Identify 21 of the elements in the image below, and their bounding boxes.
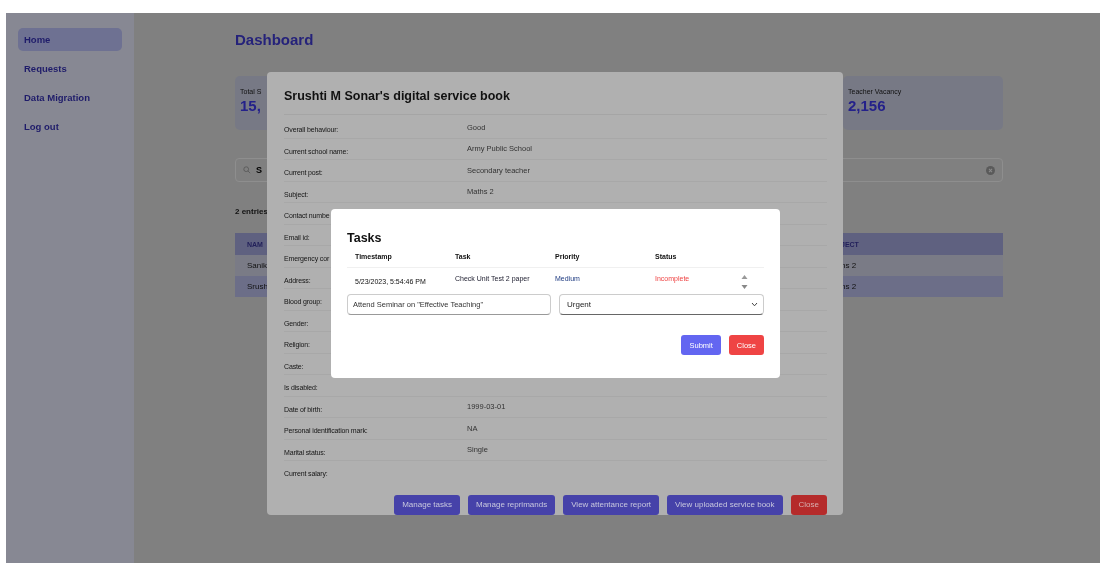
table-cell-text: Sanik [247, 261, 268, 270]
dialog-title: Tasks [347, 231, 383, 245]
page-title: Dashboard [235, 31, 315, 50]
nav-item[interactable]: Log out [18, 115, 122, 138]
stat-value: 15, [240, 97, 261, 114]
dialog-title: Srushti M Sonar's digital service book [284, 89, 827, 115]
stat-value: 2,156 [848, 97, 886, 114]
scroll-arrows-icon[interactable] [741, 274, 748, 290]
action-button[interactable]: View uploaded service book [667, 494, 783, 515]
action-button[interactable]: Manage reprimands [468, 494, 556, 515]
close-button[interactable]: Close [790, 494, 827, 515]
nav-item[interactable]: Requests [18, 57, 122, 80]
nav-item[interactable]: Data Migration [18, 86, 122, 109]
clear-icon[interactable] [986, 165, 995, 175]
chevron-down-icon [751, 302, 758, 307]
action-button[interactable]: Manage tasks [394, 494, 460, 515]
priority-select[interactable]: Urgent [559, 294, 764, 315]
action-button[interactable]: View attentance report [563, 494, 660, 515]
entries-count: 2 entries [235, 207, 268, 216]
search-icon [243, 166, 251, 174]
nav-item[interactable]: Home [18, 28, 122, 51]
